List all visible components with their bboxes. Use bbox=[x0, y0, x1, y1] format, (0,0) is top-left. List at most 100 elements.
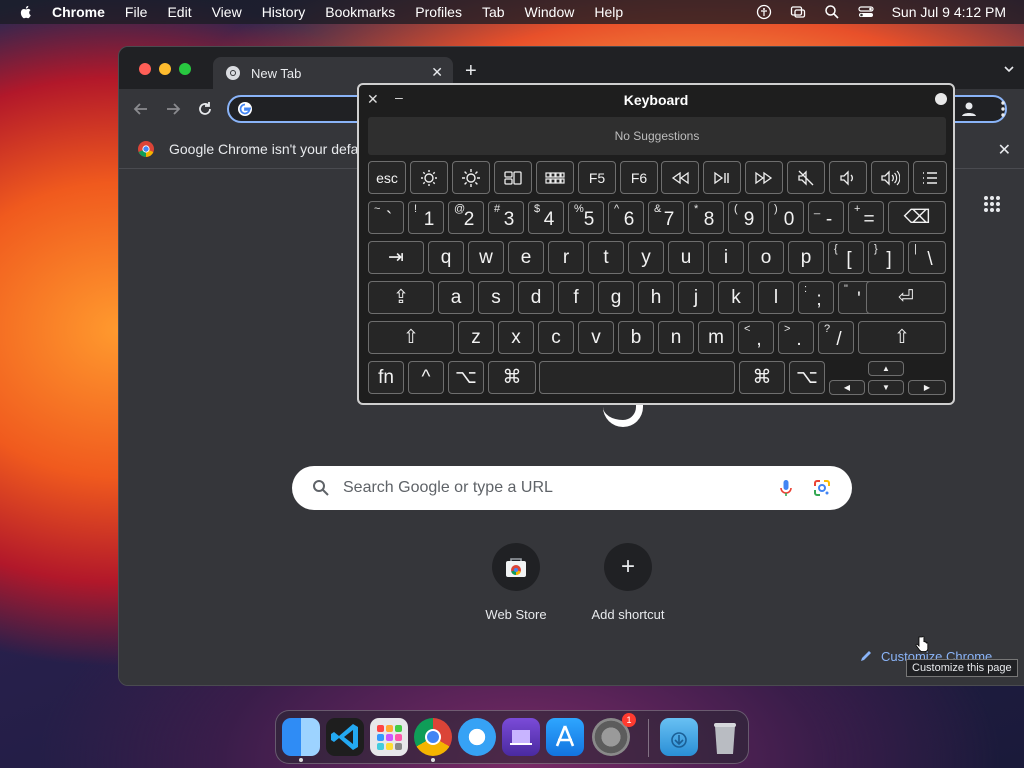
menu-window[interactable]: Window bbox=[525, 4, 575, 20]
key-punctuation[interactable]: {[ bbox=[828, 241, 864, 274]
key-right-option[interactable]: ⌥ bbox=[789, 361, 825, 394]
key-number-11[interactable]: _ - bbox=[808, 201, 844, 234]
key-letter[interactable]: f bbox=[558, 281, 594, 314]
key-letter[interactable]: k bbox=[718, 281, 754, 314]
window-minimize-button[interactable] bbox=[159, 63, 171, 75]
menubar-clock[interactable]: Sun Jul 9 4:12 PM bbox=[892, 4, 1006, 20]
key-punctuation[interactable]: <, bbox=[738, 321, 774, 354]
key-punctuation[interactable]: ? / bbox=[818, 321, 854, 354]
key-fn[interactable]: fn bbox=[368, 361, 404, 394]
key-f6[interactable]: F6 bbox=[620, 161, 658, 194]
key-space[interactable] bbox=[539, 361, 735, 394]
menu-history[interactable]: History bbox=[262, 4, 306, 20]
key-arrow-up[interactable]: ▲ bbox=[868, 361, 904, 376]
back-arrow-icon[interactable] bbox=[131, 99, 151, 119]
google-lens-icon[interactable] bbox=[812, 478, 832, 498]
key-punctuation[interactable]: :; bbox=[798, 281, 834, 314]
key-left-command[interactable]: ⌘ bbox=[488, 361, 536, 394]
key-esc[interactable]: esc bbox=[368, 161, 406, 194]
key-letter[interactable]: e bbox=[508, 241, 544, 274]
window-close-button[interactable] bbox=[139, 63, 151, 75]
infobar-close-icon[interactable]: ✕ bbox=[998, 140, 1011, 160]
app-store-icon[interactable] bbox=[546, 718, 584, 756]
tab-close-icon[interactable]: ✕ bbox=[431, 64, 443, 81]
tab-search-chevron-icon[interactable] bbox=[1003, 63, 1015, 75]
key-letter[interactable]: a bbox=[438, 281, 474, 314]
key-letter[interactable]: g bbox=[598, 281, 634, 314]
key-number-3[interactable]: #3 bbox=[488, 201, 524, 234]
launchpad-dock-icon[interactable] bbox=[370, 718, 408, 756]
key-arrow-down[interactable]: ▼ bbox=[868, 380, 904, 395]
key-tab[interactable]: ⇥ bbox=[368, 241, 424, 274]
key-left-shift[interactable]: ⇧ bbox=[368, 321, 454, 354]
key-number-9[interactable]: (9 bbox=[728, 201, 764, 234]
key-number-8[interactable]: * 8 bbox=[688, 201, 724, 234]
key-letter[interactable]: j bbox=[678, 281, 714, 314]
key-number-1[interactable]: ! 1 bbox=[408, 201, 444, 234]
podcasts-stack-icon[interactable] bbox=[502, 718, 540, 756]
key-right-command[interactable]: ⌘ bbox=[739, 361, 785, 394]
key-number-12[interactable]: + = bbox=[848, 201, 884, 234]
spotlight-search-icon[interactable] bbox=[824, 4, 840, 20]
key-right-shift[interactable]: ⇧ bbox=[858, 321, 946, 354]
key-letter[interactable]: m bbox=[698, 321, 734, 354]
key-volume-down[interactable] bbox=[829, 161, 867, 194]
key-delete[interactable]: ⌫ bbox=[888, 201, 946, 234]
key-number-6[interactable]: ^ 6 bbox=[608, 201, 644, 234]
menu-tab[interactable]: Tab bbox=[482, 4, 505, 20]
google-apps-icon[interactable] bbox=[983, 195, 1001, 213]
key-f5[interactable]: F5 bbox=[578, 161, 616, 194]
key-letter[interactable]: b bbox=[618, 321, 654, 354]
key-brightness-down[interactable] bbox=[410, 161, 448, 194]
key-letter[interactable]: s bbox=[478, 281, 514, 314]
safari-icon[interactable] bbox=[458, 718, 496, 756]
forward-arrow-icon[interactable] bbox=[163, 99, 183, 119]
key-letter[interactable]: r bbox=[548, 241, 584, 274]
key-letter[interactable]: c bbox=[538, 321, 574, 354]
key-mission-control[interactable] bbox=[494, 161, 532, 194]
key-fast-forward[interactable] bbox=[745, 161, 783, 194]
key-number-0[interactable]: ~ ` bbox=[368, 201, 404, 234]
apple-icon[interactable] bbox=[18, 4, 34, 20]
key-letter[interactable]: h bbox=[638, 281, 674, 314]
ntp-search-box[interactable]: Search Google or type a URL bbox=[292, 466, 852, 510]
key-letter[interactable]: o bbox=[748, 241, 784, 274]
shortcut-add[interactable]: + Add shortcut bbox=[568, 543, 688, 622]
key-letter[interactable]: u bbox=[668, 241, 704, 274]
finder-icon[interactable] bbox=[282, 718, 320, 756]
menu-app-name[interactable]: Chrome bbox=[52, 4, 105, 20]
key-mute[interactable] bbox=[787, 161, 825, 194]
screen-mirroring-icon[interactable] bbox=[790, 4, 806, 20]
key-letter[interactable]: t bbox=[588, 241, 624, 274]
key-volume-up[interactable] bbox=[871, 161, 909, 194]
key-letter[interactable]: p bbox=[788, 241, 824, 274]
key-launchpad[interactable] bbox=[536, 161, 574, 194]
key-letter[interactable]: n bbox=[658, 321, 694, 354]
key-letter[interactable]: i bbox=[708, 241, 744, 274]
control-center-icon[interactable] bbox=[857, 4, 874, 20]
key-punctuation[interactable]: >. bbox=[778, 321, 814, 354]
key-dictation[interactable] bbox=[913, 161, 947, 194]
profile-icon[interactable] bbox=[959, 99, 979, 119]
trash-icon[interactable] bbox=[706, 718, 744, 756]
key-letter[interactable]: q bbox=[428, 241, 464, 274]
menu-bookmarks[interactable]: Bookmarks bbox=[325, 4, 395, 20]
key-play-pause[interactable] bbox=[703, 161, 741, 194]
vscode-icon[interactable] bbox=[326, 718, 364, 756]
key-punctuation[interactable]: }] bbox=[868, 241, 904, 274]
key-control[interactable]: ^ bbox=[408, 361, 444, 394]
key-arrow-left[interactable]: ◀ bbox=[829, 380, 865, 395]
key-letter[interactable]: w bbox=[468, 241, 504, 274]
key-caps-lock[interactable]: ⇪ bbox=[368, 281, 434, 314]
key-brightness-up[interactable] bbox=[452, 161, 490, 194]
menu-profiles[interactable]: Profiles bbox=[415, 4, 462, 20]
accessibility-icon[interactable] bbox=[756, 4, 772, 20]
key-letter[interactable]: x bbox=[498, 321, 534, 354]
menu-help[interactable]: Help bbox=[594, 4, 623, 20]
key-number-4[interactable]: $4 bbox=[528, 201, 564, 234]
shortcut-web-store[interactable]: Web Store bbox=[456, 543, 576, 622]
key-number-7[interactable]: & 7 bbox=[648, 201, 684, 234]
key-letter[interactable]: d bbox=[518, 281, 554, 314]
key-letter[interactable]: y bbox=[628, 241, 664, 274]
new-tab-button[interactable]: + bbox=[465, 61, 477, 81]
